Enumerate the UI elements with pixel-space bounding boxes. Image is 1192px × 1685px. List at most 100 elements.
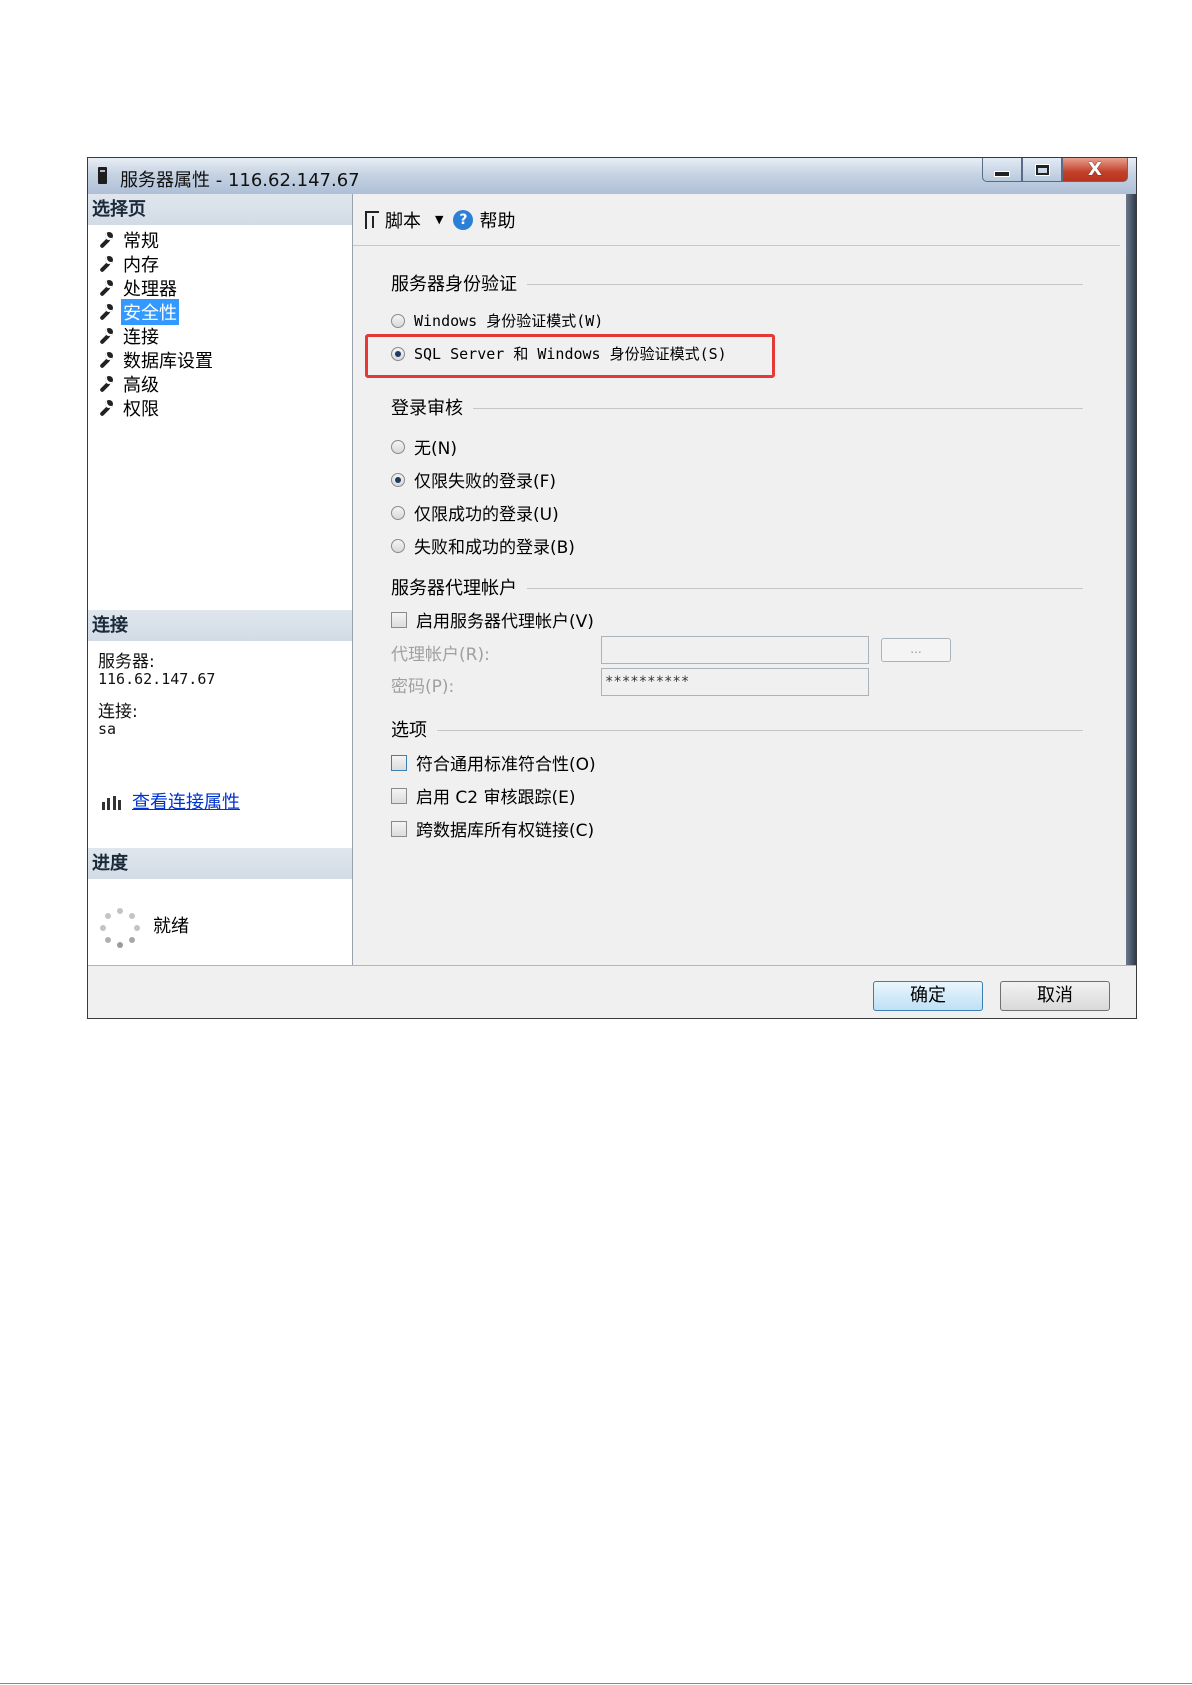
audit-none-option[interactable]: 无(N) <box>391 434 457 459</box>
page-item-processors[interactable]: 处理器 <box>98 276 215 300</box>
page-item-general[interactable]: 常规 <box>98 228 215 252</box>
view-connection-properties-link[interactable]: 查看连接属性 <box>132 788 240 814</box>
login-audit-group: 登录审核 <box>391 394 1083 420</box>
proxy-account-field[interactable] <box>601 636 869 664</box>
page-item-security[interactable]: 安全性 <box>98 299 215 325</box>
page-item-label: 连接 <box>123 327 159 348</box>
audit-failed-label: 仅限失败的登录(F) <box>414 472 557 492</box>
server-icon <box>98 167 107 184</box>
page-item-label: 高级 <box>123 375 159 396</box>
group-divider <box>527 283 1083 285</box>
windows-auth-label: Windows 身份验证模式(W) <box>414 312 604 330</box>
server-info: 服务器: 116.62.147.67 <box>98 654 215 688</box>
audit-failed-radio[interactable] <box>391 472 405 487</box>
title-bar[interactable]: 服务器属性 - 116.62.147.67 X <box>88 158 1136 194</box>
maximize-icon <box>1034 163 1050 176</box>
options-header: 选项 <box>391 720 427 741</box>
cross-db-chaining-checkbox[interactable] <box>391 820 407 837</box>
server-auth-header: 服务器身份验证 <box>391 274 517 295</box>
page-item-label: 安全性 <box>121 299 179 325</box>
proxy-account-label: 代理帐户(R): <box>391 645 490 665</box>
audit-success-label: 仅限成功的登录(U) <box>414 505 559 525</box>
progress-header: 进度 <box>88 848 352 879</box>
group-divider <box>473 407 1083 409</box>
cancel-button[interactable]: 取消 <box>1000 981 1110 1011</box>
wrench-icon <box>98 232 114 248</box>
page-item-database-settings[interactable]: 数据库设置 <box>98 348 215 372</box>
server-value: 116.62.147.67 <box>98 670 216 688</box>
script-dropdown-icon[interactable]: ▼ <box>435 213 443 226</box>
windows-auth-radio[interactable] <box>391 313 405 328</box>
audit-failed-option[interactable]: 仅限失败的登录(F) <box>391 467 556 492</box>
security-page: 脚本 ▼ ? 帮助 服务器身份验证 Windows 身份验证模式(W) SQL … <box>353 194 1120 965</box>
common-criteria-label: 符合通用标准符合性(O) <box>416 755 596 775</box>
connection-value: sa <box>98 720 117 738</box>
page-item-advanced[interactable]: 高级 <box>98 372 215 396</box>
server-auth-group: 服务器身份验证 <box>391 270 1083 296</box>
select-page-header: 选择页 <box>88 194 352 225</box>
progress-spinner-icon <box>100 908 140 948</box>
annotation-highlight-box <box>365 334 775 378</box>
window-title: 服务器属性 - 116.62.147.67 <box>120 170 360 191</box>
c2-audit-option[interactable]: 启用 C2 审核跟踪(E) <box>391 783 576 808</box>
connection-header: 连接 <box>88 610 352 641</box>
browse-button[interactable]: ... <box>881 638 951 662</box>
script-icon <box>365 210 379 229</box>
group-divider <box>437 729 1083 731</box>
c2-audit-checkbox[interactable] <box>391 787 407 804</box>
page-item-label: 权限 <box>123 399 159 420</box>
left-pane: 选择页 常规 内存 处理器 安全性 连接 数据库设置 高级 权限 连接 服务器:… <box>88 194 353 965</box>
server-properties-dialog: 服务器属性 - 116.62.147.67 X 选择页 常规 内存 处理器 安全… <box>87 157 1137 1019</box>
password-label: 密码(P): <box>391 677 455 697</box>
caption-buttons: X <box>982 158 1128 186</box>
page-item-label: 数据库设置 <box>123 351 213 372</box>
server-label: 服务器: <box>98 652 155 672</box>
audit-none-radio[interactable] <box>391 439 405 454</box>
ok-button[interactable]: 确定 <box>873 981 983 1011</box>
proxy-account-header: 服务器代理帐户 <box>391 578 517 599</box>
proxy-account-group: 服务器代理帐户 <box>391 574 1083 600</box>
enable-proxy-option[interactable]: 启用服务器代理帐户(V) <box>391 607 594 632</box>
password-field[interactable]: ********** <box>601 668 869 696</box>
common-criteria-option[interactable]: 符合通用标准符合性(O) <box>391 750 596 775</box>
audit-both-radio[interactable] <box>391 538 405 553</box>
page-item-label: 常规 <box>123 231 159 252</box>
audit-both-option[interactable]: 失败和成功的登录(B) <box>391 533 575 558</box>
wrench-icon <box>98 304 114 320</box>
maximize-button[interactable] <box>1022 158 1062 182</box>
minimize-icon <box>994 170 1010 177</box>
wrench-icon <box>98 352 114 368</box>
connection-plug-icon <box>100 792 124 810</box>
page-item-label: 内存 <box>123 255 159 276</box>
help-button[interactable]: 帮助 <box>479 207 515 233</box>
options-group: 选项 <box>391 716 1083 742</box>
page-list: 常规 内存 处理器 安全性 连接 数据库设置 高级 权限 <box>98 228 215 420</box>
wrench-icon <box>98 256 114 272</box>
connection-label: 连接: <box>98 702 138 722</box>
script-button[interactable]: 脚本 <box>385 207 421 233</box>
minimize-button[interactable] <box>982 158 1022 182</box>
common-criteria-checkbox[interactable] <box>391 754 407 771</box>
page-item-memory[interactable]: 内存 <box>98 252 215 276</box>
close-icon: X <box>1088 158 1102 180</box>
progress-status: 就绪 <box>153 916 189 937</box>
toolbar: 脚本 ▼ ? 帮助 <box>353 194 1120 246</box>
audit-success-option[interactable]: 仅限成功的登录(U) <box>391 500 559 525</box>
group-divider <box>527 587 1083 589</box>
audit-none-label: 无(N) <box>414 439 457 459</box>
audit-success-radio[interactable] <box>391 505 405 520</box>
connection-info: 连接: sa <box>98 704 138 738</box>
cross-db-chaining-option[interactable]: 跨数据库所有权链接(C) <box>391 816 594 841</box>
button-bar: 确定 取消 <box>88 965 1136 1018</box>
audit-both-label: 失败和成功的登录(B) <box>414 538 575 558</box>
close-button[interactable]: X <box>1062 158 1128 182</box>
wrench-icon <box>98 376 114 392</box>
window-frame-edge <box>1126 194 1136 965</box>
wrench-icon <box>98 400 114 416</box>
cross-db-chaining-label: 跨数据库所有权链接(C) <box>416 821 595 841</box>
enable-proxy-checkbox[interactable] <box>391 611 407 628</box>
page-item-permissions[interactable]: 权限 <box>98 396 215 420</box>
login-audit-header: 登录审核 <box>391 398 463 419</box>
windows-auth-option[interactable]: Windows 身份验证模式(W) <box>391 310 603 331</box>
page-item-connections[interactable]: 连接 <box>98 324 215 348</box>
